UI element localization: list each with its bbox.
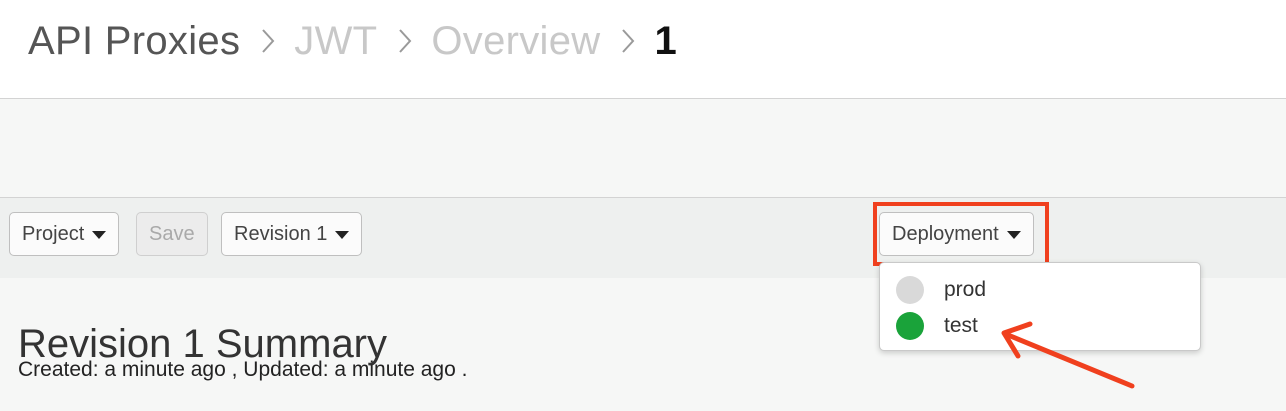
header-band <box>0 99 1286 196</box>
deployment-option-prod[interactable]: prod <box>896 275 986 305</box>
deployment-dropdown-menu: prod test <box>879 262 1201 351</box>
breadcrumb-current-revision: 1 <box>654 19 678 63</box>
deployment-option-label: prod <box>944 278 987 301</box>
summary-meta: Created: a minute ago , Updated: a minut… <box>18 358 468 381</box>
deployment-button-label: Deployment <box>892 222 999 245</box>
page-header: API Proxies JWT Overview 1 <box>0 0 1286 99</box>
breadcrumb: API Proxies JWT Overview 1 <box>28 16 677 66</box>
status-dot-icon <box>896 312 924 340</box>
caret-down-icon <box>92 231 107 239</box>
breadcrumb-jwt[interactable]: JWT <box>294 16 377 66</box>
chevron-right-icon <box>260 26 276 56</box>
chevron-right-icon <box>397 26 413 56</box>
breadcrumb-overview[interactable]: Overview <box>431 16 600 66</box>
revision-button-label: Revision 1 <box>234 222 328 245</box>
caret-down-icon <box>335 231 350 239</box>
chevron-right-icon <box>620 26 636 56</box>
deployment-option-label: test <box>944 314 978 337</box>
revision-dropdown-button[interactable]: Revision 1 <box>221 212 363 256</box>
save-button[interactable]: Save <box>136 212 208 256</box>
deployment-dropdown-button[interactable]: Deployment <box>879 212 1034 256</box>
deployment-option-test[interactable]: test <box>896 311 978 341</box>
project-button-label: Project <box>22 222 85 245</box>
save-button-label: Save <box>149 222 195 245</box>
caret-down-icon <box>1006 231 1021 239</box>
project-dropdown-button[interactable]: Project <box>9 212 120 256</box>
breadcrumb-api-proxies[interactable]: API Proxies <box>28 16 240 66</box>
status-dot-icon <box>896 276 924 304</box>
